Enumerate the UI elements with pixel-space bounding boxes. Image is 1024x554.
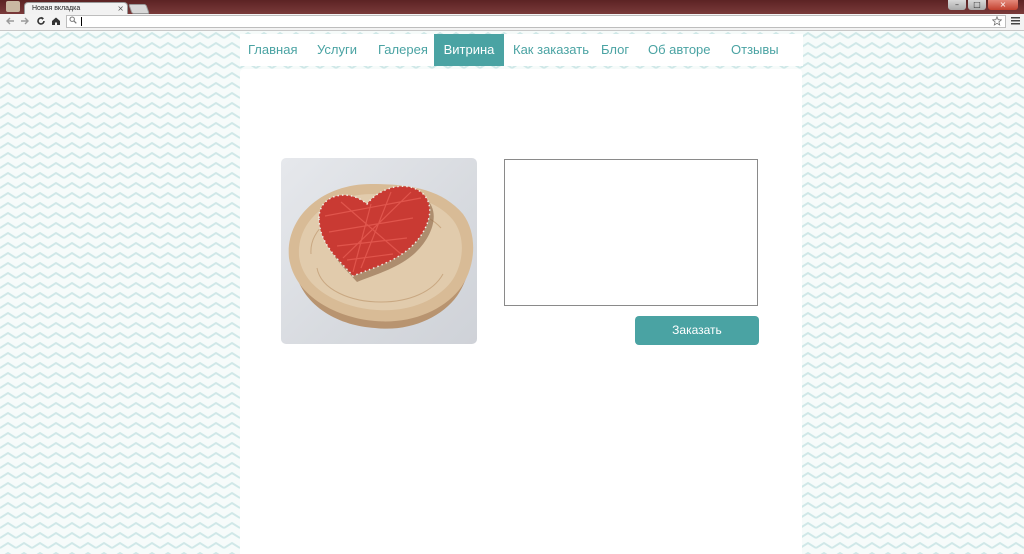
nav-item-about[interactable]: Об авторе [648,34,711,66]
back-arrow-icon[interactable] [4,16,16,28]
maximize-button[interactable]: □ [968,0,986,10]
nav-item-gallery[interactable]: Галерея [378,34,428,66]
page-viewport: Главная Услуги Галерея Витрина Как заказ… [0,31,1024,554]
nav-item-showcase[interactable]: Витрина [434,34,504,66]
nav-item-how-to-order[interactable]: Как заказать [513,34,589,66]
nav-item-reviews[interactable]: Отзывы [731,34,779,66]
nav-item-blog[interactable]: Блог [601,34,629,66]
address-bar[interactable] [66,15,1006,28]
order-button[interactable]: Заказать [635,316,759,345]
close-window-button[interactable]: × [988,0,1018,10]
nav-item-services[interactable]: Услуги [317,34,357,66]
nav-item-home[interactable]: Главная [248,34,297,66]
string-art-heart-image [288,184,474,329]
browser-titlebar: Новая вкладка × – □ × [0,0,1024,14]
home-icon[interactable] [50,16,62,28]
app-icon [6,1,20,12]
window-controls: – □ × [946,0,1018,13]
star-icon[interactable] [991,15,1003,30]
forward-arrow-icon[interactable] [19,16,31,28]
reload-icon[interactable] [35,16,47,28]
tab-title: Новая вкладка [32,5,81,12]
browser-tab[interactable]: Новая вкладка × [24,2,128,14]
minimize-button[interactable]: – [948,0,966,10]
main-content: Заказать [240,69,802,554]
product-image[interactable] [281,158,477,344]
new-tab-button[interactable] [128,4,150,14]
menu-icon[interactable] [1011,15,1020,28]
order-textarea[interactable] [504,159,758,306]
address-input[interactable] [80,17,980,26]
text-caret [81,17,82,26]
tab-close-icon[interactable]: × [117,3,124,14]
search-icon [69,16,77,27]
site-navigation: Главная Услуги Галерея Витрина Как заказ… [240,34,803,66]
browser-toolbar [0,14,1024,31]
